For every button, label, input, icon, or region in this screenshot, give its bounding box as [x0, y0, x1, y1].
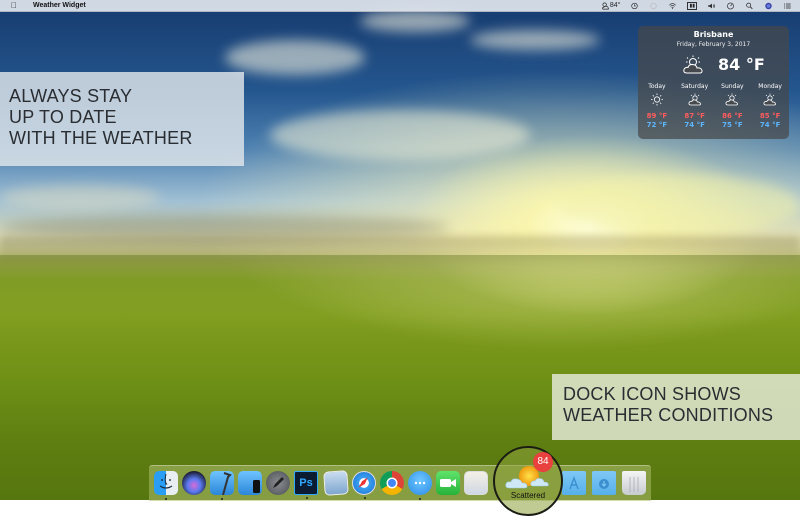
cloud — [0, 185, 160, 210]
forecast-day: Monday 85 °F 74 °F — [751, 83, 789, 130]
video-camera-icon — [440, 479, 456, 487]
weather-status-icon — [602, 2, 609, 9]
chat-bubble-icon — [414, 481, 426, 485]
dock-item-messages[interactable] — [408, 471, 432, 500]
forecast-day-name: Saturday — [681, 83, 709, 90]
forecast-low: 72 °F — [646, 121, 668, 129]
dock-item-downloads-folder[interactable] — [592, 471, 616, 495]
folder-downloads-icon — [599, 479, 609, 489]
forecast-high: 85 °F — [759, 112, 781, 120]
cloud — [560, 175, 800, 235]
notification-list-icon[interactable] — [783, 2, 792, 10]
time-machine-icon[interactable] — [630, 2, 639, 10]
forecast-day-name: Monday — [758, 83, 782, 90]
promo-banner-top: ALWAYS STAY UP TO DATE WITH THE WEATHER — [0, 72, 244, 166]
rocket-icon — [273, 477, 284, 488]
forecast-day-name: Today — [648, 83, 666, 90]
folder-applications-icon — [569, 475, 579, 490]
apple-icon[interactable]:  — [10, 1, 18, 10]
dock-item-photoshop[interactable]: Ps — [294, 471, 318, 499]
menu-extras: 84° ▮▮ — [601, 0, 792, 11]
dock-item-weather-widget[interactable]: Scattered 84 — [493, 446, 563, 516]
partly-cloudy-icon — [688, 93, 701, 106]
wifi-icon[interactable] — [668, 2, 677, 10]
dock-item-trash[interactable] — [622, 471, 646, 495]
menu-bar:  Weather Widget 84° ▮▮ — [0, 0, 800, 12]
dock-item-finder[interactable] — [154, 471, 178, 500]
sunny-icon — [650, 93, 663, 106]
cloud — [225, 40, 365, 75]
forecast-day: Saturday 87 °F 74 °F — [676, 83, 714, 130]
promo-line: UP TO DATE — [9, 107, 117, 127]
cloud — [470, 30, 600, 50]
dock-item-applications-folder[interactable] — [562, 471, 586, 495]
weather-widget[interactable]: Brisbane Friday, February 3, 2017 84 °F … — [638, 26, 789, 139]
forecast-high: 89 °F — [646, 112, 668, 120]
weather-status-temp: 84° — [609, 2, 621, 9]
dock-item-safari[interactable] — [352, 471, 376, 499]
partly-cloudy-icon — [763, 93, 777, 106]
cloud — [270, 110, 530, 160]
compass-icon — [358, 477, 368, 488]
partly-cloudy-icon — [725, 93, 739, 106]
field-band — [0, 255, 800, 315]
photoshop-icon: Ps — [299, 477, 313, 489]
gauge-icon[interactable] — [726, 2, 735, 10]
widget-forecast: Today 89 °F 72 °F Saturday 87 °F 74 °F S… — [638, 83, 789, 130]
siri-icon[interactable] — [764, 2, 773, 10]
circle-icon[interactable] — [649, 2, 658, 10]
dock-item-photo-booth[interactable] — [464, 471, 488, 495]
forecast-day: Sunday 86 °F 75 °F — [714, 83, 752, 130]
running-indicator — [306, 497, 308, 499]
promo-banner-bottom: DOCK ICON SHOWS WEATHER CONDITIONS — [552, 374, 800, 440]
forecast-low: 75 °F — [722, 121, 743, 129]
dock-item-facetime[interactable] — [436, 471, 460, 495]
dock-item-xcode[interactable] — [210, 471, 234, 500]
dock: Ps — [149, 465, 651, 501]
dock-weather-condition: Scattered — [510, 491, 546, 500]
volume-icon[interactable] — [707, 2, 716, 10]
weather-status-item[interactable]: 84° — [601, 2, 621, 10]
cloud — [360, 10, 470, 32]
forecast-high: 87 °F — [684, 112, 705, 120]
forecast-day: Today 89 °F 72 °F — [638, 83, 676, 130]
running-indicator — [364, 497, 366, 499]
partly-cloudy-icon — [683, 55, 703, 74]
promo-line: WITH THE WEATHER — [9, 128, 193, 148]
dock-item-launchpad[interactable] — [266, 471, 290, 495]
dock-item-simulator[interactable] — [238, 471, 262, 495]
forecast-low: 74 °F — [759, 121, 781, 129]
widget-date: Friday, February 3, 2017 — [676, 41, 751, 48]
promo-line: ALWAYS STAY — [9, 86, 133, 106]
chrome-icon — [386, 477, 398, 489]
dock-temperature-badge: 84 — [533, 452, 553, 472]
dock-item-siri[interactable] — [182, 471, 206, 495]
forecast-day-name: Sunday — [721, 83, 744, 90]
forecast-high: 86 °F — [722, 112, 743, 120]
widget-current-temp: 84 °F — [718, 55, 765, 74]
simulator-phone-icon — [253, 480, 260, 493]
dock-item-chrome[interactable] — [380, 471, 404, 495]
forecast-low: 74 °F — [684, 121, 705, 129]
widget-city: Brisbane — [693, 30, 734, 39]
finder-icon — [159, 473, 173, 489]
dock-item-preview[interactable] — [323, 470, 349, 496]
trash-icon — [629, 477, 639, 492]
promo-line: DOCK ICON SHOWS — [563, 384, 742, 404]
promo-line: WEATHER CONDITIONS — [563, 405, 774, 425]
battery-icon[interactable]: ▮▮ — [687, 1, 697, 10]
xcode-hammer-icon — [222, 472, 232, 496]
search-icon[interactable] — [745, 2, 754, 10]
app-menu-name[interactable]: Weather Widget — [33, 2, 86, 9]
